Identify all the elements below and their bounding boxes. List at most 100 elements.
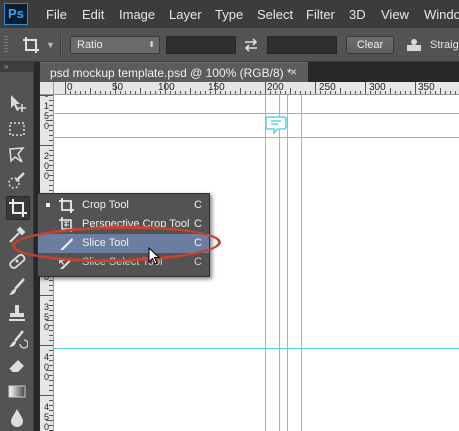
ruler-tick [205, 91, 206, 94]
ruler-tick [49, 135, 53, 136]
ruler-tick [400, 91, 401, 94]
ruler-tick [305, 91, 306, 94]
quick-selection-tool[interactable] [6, 170, 30, 194]
ruler-tick [385, 91, 386, 94]
droplet-icon [11, 409, 23, 427]
ruler-tick [49, 325, 53, 326]
ruler-tick [230, 91, 231, 94]
ruler-tick [360, 91, 361, 94]
ruler-tick [46, 120, 53, 121]
tool-preset-chevron-icon[interactable]: ▼ [46, 40, 55, 50]
photoshop-logo: Ps [4, 3, 28, 25]
menu-type[interactable]: Type [215, 7, 243, 22]
gradient-tool[interactable] [6, 380, 30, 404]
menu-window[interactable]: Windo [424, 7, 459, 22]
ruler-tick [435, 91, 436, 94]
flyout-item-crop-tool[interactable]: Crop Tool C [38, 196, 209, 215]
ruler-tick [49, 285, 53, 286]
ruler-tick [365, 82, 366, 94]
ruler-tick [340, 88, 341, 94]
ruler-tick [125, 91, 126, 94]
ruler-tick [46, 320, 53, 321]
options-bar-grip[interactable] [4, 36, 8, 54]
straighten-icon[interactable] [406, 37, 422, 53]
ruler-tick [49, 125, 53, 126]
shortcut-key: C [194, 256, 202, 268]
height-field[interactable] [267, 36, 337, 54]
gradient-icon [8, 385, 26, 398]
ruler-tick [440, 88, 441, 94]
marquee-tool[interactable] [6, 118, 30, 142]
ruler-tick [315, 82, 316, 94]
swap-icon[interactable] [242, 36, 260, 54]
ruler-tick [300, 91, 301, 94]
ruler-tick [120, 91, 121, 94]
ruler-tick [49, 415, 53, 416]
ratio-select-value: Ratio [77, 39, 103, 51]
ruler-tick [325, 91, 326, 94]
divider [60, 34, 62, 56]
menu-3d[interactable]: 3D [349, 7, 366, 22]
ruler-tick [275, 91, 276, 94]
guide-vertical[interactable] [301, 95, 302, 431]
lasso-tool[interactable] [6, 144, 30, 168]
ruler-tick [49, 160, 53, 161]
ruler-tick [49, 165, 53, 166]
ruler-tick [40, 95, 53, 96]
clear-button[interactable]: Clear [346, 36, 394, 54]
blur-tool[interactable] [6, 406, 30, 430]
menu-filter[interactable]: Filter [306, 7, 335, 22]
guide-horizontal[interactable] [54, 348, 459, 349]
guide-vertical[interactable] [287, 95, 288, 431]
ruler-tick [255, 91, 256, 94]
crop-tool[interactable] [6, 196, 30, 220]
guide-horizontal[interactable] [54, 113, 459, 114]
menu-select[interactable]: Select [257, 7, 293, 22]
horizontal-ruler[interactable]: 0 50 100 150 200 250 300 350 [54, 82, 459, 95]
menu-layer[interactable]: Layer [169, 7, 202, 22]
menu-image[interactable]: Image [119, 7, 155, 22]
history-brush-icon [9, 330, 29, 349]
ruler-tick [49, 115, 53, 116]
crop-icon [9, 199, 27, 217]
ruler-tick [150, 91, 151, 94]
guide-vertical[interactable] [279, 95, 280, 431]
ruler-tick [250, 91, 251, 94]
brush-icon [9, 278, 25, 295]
ruler-tick [220, 91, 221, 94]
ruler-tick [49, 380, 53, 381]
ruler-tick [49, 355, 53, 356]
ruler-tick [49, 180, 53, 181]
crop-icon[interactable] [22, 36, 40, 54]
ruler-tick [49, 175, 53, 176]
history-brush-tool[interactable] [6, 328, 30, 352]
ruler-origin[interactable] [40, 82, 54, 95]
shortcut-key: C [194, 199, 202, 211]
guide-vertical[interactable] [265, 95, 266, 431]
comment-icon[interactable] [265, 115, 287, 135]
ruler-tick [370, 91, 371, 94]
ruler-tick [180, 91, 181, 94]
eraser-icon [8, 360, 24, 373]
straighten-label[interactable]: Straig [430, 39, 459, 51]
menu-file[interactable]: File [46, 7, 67, 22]
ruler-tick [85, 91, 86, 94]
clone-stamp-tool[interactable] [6, 302, 30, 326]
ruler-tick [75, 91, 76, 94]
close-tab-icon[interactable]: × [290, 65, 297, 79]
width-field[interactable] [166, 36, 236, 54]
guide-horizontal[interactable] [54, 137, 459, 138]
move-tool[interactable] [6, 92, 30, 116]
ruler-tick [49, 305, 53, 306]
ratio-select[interactable]: Ratio ⬍ [70, 36, 160, 54]
brush-tool[interactable] [6, 276, 30, 300]
eraser-tool[interactable] [6, 354, 30, 378]
document-tab[interactable]: psd mockup template.psd @ 100% (RGB/8) * [40, 62, 308, 82]
ruler-tick [195, 91, 196, 94]
menu-edit[interactable]: Edit [82, 7, 104, 22]
ruler-tick [105, 91, 106, 94]
ruler-tick [455, 91, 456, 94]
tools-panel-collapse-icon[interactable]: » [0, 62, 34, 72]
menu-bar: Ps File Edit Image Layer Type Select Fil… [0, 0, 459, 28]
menu-view[interactable]: View [381, 7, 409, 22]
